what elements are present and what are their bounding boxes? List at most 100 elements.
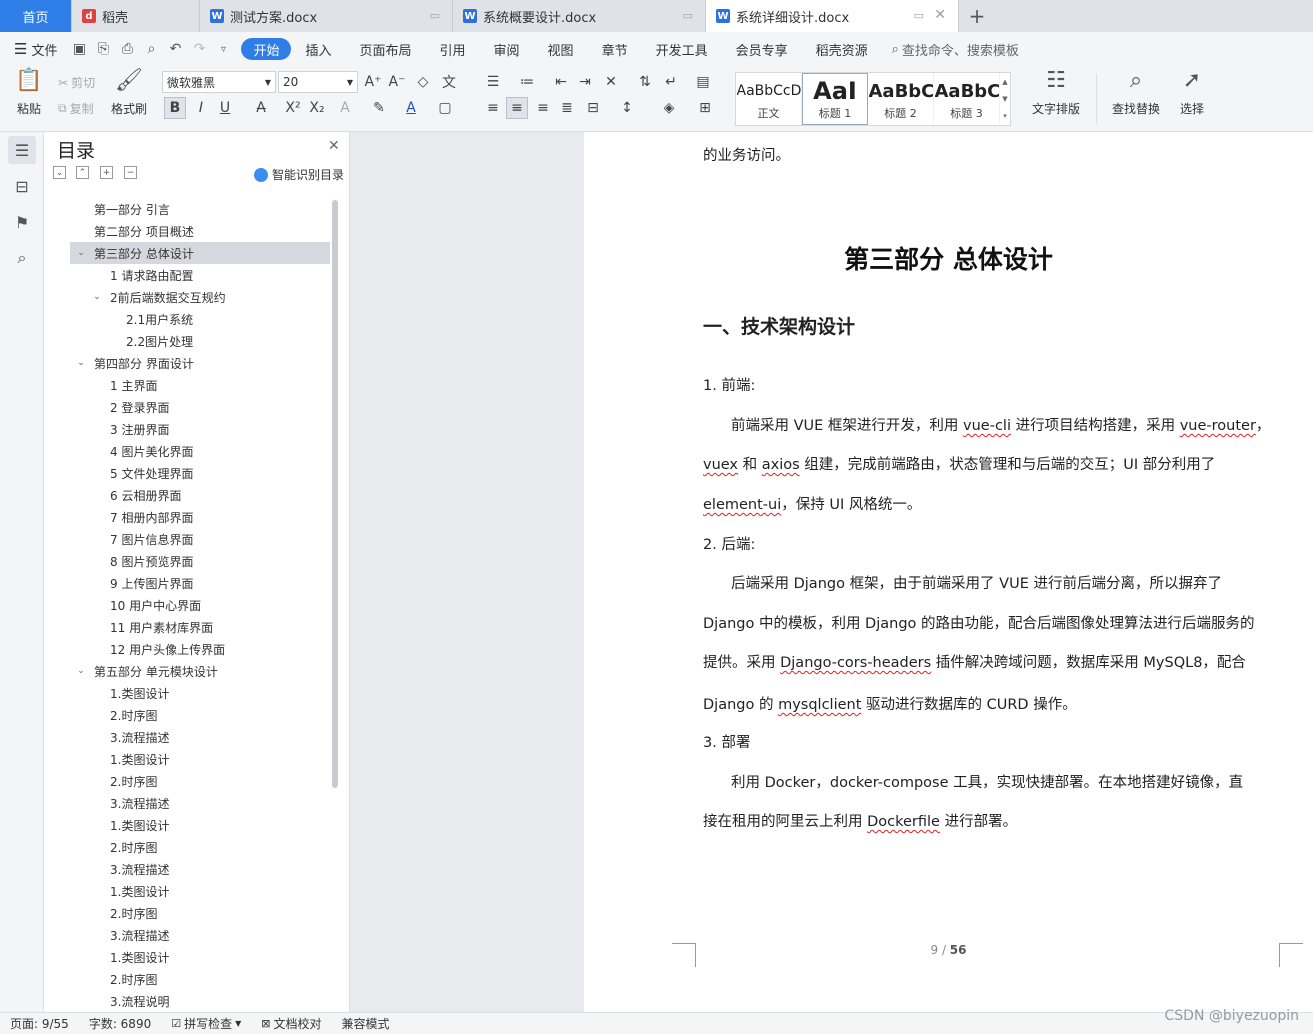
paste-button[interactable]: 📋 粘贴	[12, 70, 46, 117]
toc-item[interactable]: 2.1用户系统	[70, 308, 330, 330]
word-count[interactable]: 字数: 6890	[79, 1015, 161, 1032]
expand-up-icon[interactable]: ⌃	[76, 166, 89, 179]
new-tab-button[interactable]: +	[959, 0, 995, 32]
toc-item[interactable]: ⌄ 第三部分 总体设计	[70, 242, 330, 264]
redo-icon[interactable]: ↷	[187, 41, 211, 57]
strikethrough-button[interactable]: A̶	[250, 97, 272, 119]
font-color-icon[interactable]: A	[400, 97, 422, 119]
chevron-down-icon[interactable]: ⌄	[74, 666, 88, 676]
shading-icon[interactable]: ◈	[658, 97, 680, 119]
menu-item-view[interactable]: 视图	[534, 38, 588, 60]
toc-item[interactable]: 3.流程描述	[70, 858, 330, 880]
toc-item[interactable]: 4 图片美化界面	[70, 440, 330, 462]
clear-format-icon[interactable]: ◇	[412, 71, 434, 93]
tab-home[interactable]: 首页	[0, 0, 72, 32]
char-border-icon[interactable]: ▢	[434, 97, 456, 119]
style-heading-3[interactable]: AaBbC 标题 3	[934, 73, 1000, 125]
shrink-font-icon[interactable]: A⁻	[386, 71, 408, 93]
chevron-down-icon[interactable]: ⌄	[74, 358, 88, 368]
cut-button[interactable]: ✂ 剪切	[58, 74, 95, 91]
style-gallery-scroll[interactable]: ▲ ▼ ▾	[1000, 73, 1010, 125]
menu-item-start[interactable]: 开始	[241, 38, 292, 60]
chevron-down-icon[interactable]: ⌄	[74, 248, 88, 258]
style-normal[interactable]: AaBbCcDd 正文	[736, 73, 802, 125]
toc-item[interactable]: 2.时序图	[70, 902, 330, 924]
style-heading-1[interactable]: AaI 标题 1	[802, 73, 868, 125]
distribute-icon[interactable]: ⊟	[582, 97, 604, 119]
copy-button[interactable]: ⧉ 复制	[58, 100, 94, 117]
align-left-icon[interactable]: ≡	[482, 97, 504, 119]
spell-check-button[interactable]: ☑ 拼写检查 ▼	[161, 1015, 251, 1032]
bullet-list-icon[interactable]: ☰	[482, 71, 504, 93]
toc-item[interactable]: 3.流程描述	[70, 792, 330, 814]
toc-item[interactable]: ⌄ 第五部分 单元模块设计	[70, 660, 330, 682]
chevron-down-icon[interactable]: ⌄	[90, 292, 104, 302]
align-right-icon[interactable]: ≡	[532, 97, 554, 119]
subscript-button[interactable]: X₂	[306, 97, 328, 119]
ruler-icon[interactable]: ▤	[692, 71, 714, 93]
toc-item[interactable]: 1.类图设计	[70, 748, 330, 770]
preview-icon[interactable]: ⌕	[139, 41, 163, 57]
borders-icon[interactable]: ⊞	[694, 97, 716, 119]
sort-icon[interactable]: ⇅	[634, 71, 656, 93]
toc-panel-icon[interactable]: ☰	[8, 136, 36, 164]
tab-detail-design[interactable]: W 系统详细设计.docx ▭ ✕	[706, 0, 959, 32]
font-name-select[interactable]: 微软雅黑 ▼	[162, 71, 276, 93]
toc-item[interactable]: 2.2图片处理	[70, 330, 330, 352]
toc-item[interactable]: 6 云相册界面	[70, 484, 330, 506]
monitor-icon[interactable]: ▭	[914, 9, 924, 22]
close-icon[interactable]: ✕	[328, 138, 340, 154]
toc-item[interactable]: 3 注册界面	[70, 418, 330, 440]
text-effect-icon[interactable]: A	[334, 97, 356, 119]
outdent-icon[interactable]: ⇤	[550, 71, 572, 93]
proofread-button[interactable]: ⊠ 文档校对	[251, 1015, 331, 1032]
monitor-icon[interactable]: ▭	[430, 9, 440, 22]
export-icon[interactable]: ⎘	[91, 41, 115, 57]
menu-item-layout[interactable]: 页面布局	[346, 38, 426, 60]
text-layout-button[interactable]: ☷ 文字排版	[1026, 70, 1086, 117]
page-indicator[interactable]: 页面: 9/55	[0, 1015, 79, 1032]
toc-item[interactable]: 第二部分 项目概述	[70, 220, 330, 242]
align-center-icon[interactable]: ≡	[506, 97, 528, 119]
print-icon[interactable]: ⎙	[115, 41, 139, 57]
toc-item[interactable]: 7 图片信息界面	[70, 528, 330, 550]
toc-item[interactable]: 2.时序图	[70, 770, 330, 792]
toc-item[interactable]: 12 用户头像上传界面	[70, 638, 330, 660]
toc-item[interactable]: 10 用户中心界面	[70, 594, 330, 616]
font-size-select[interactable]: 20 ▼	[278, 71, 358, 93]
indent-icon[interactable]: ⇥	[574, 71, 596, 93]
menu-item-insert[interactable]: 插入	[291, 38, 345, 60]
menu-item-reference[interactable]: 引用	[426, 38, 480, 60]
toc-item[interactable]: 1.类图设计	[70, 946, 330, 968]
underline-button[interactable]: U	[214, 97, 236, 119]
toc-item[interactable]: 9 上传图片界面	[70, 572, 330, 594]
toc-item[interactable]: 3.流程描述	[70, 924, 330, 946]
plus-icon[interactable]: +	[100, 166, 113, 179]
toc-item[interactable]: 2.时序图	[70, 836, 330, 858]
toc-item[interactable]: 1.类图设计	[70, 814, 330, 836]
numbered-list-icon[interactable]: ≔	[516, 71, 538, 93]
minus-icon[interactable]: −	[124, 166, 137, 179]
grow-font-icon[interactable]: A⁺	[362, 71, 384, 93]
menu-item-docer-resources[interactable]: 稻壳资源	[802, 38, 882, 60]
toc-item[interactable]: 2 登录界面	[70, 396, 330, 418]
format-painter-button[interactable]: 🖌 格式刷	[110, 70, 148, 117]
toc-item[interactable]: 2.时序图	[70, 968, 330, 990]
toc-item[interactable]: 3.流程说明	[70, 990, 330, 1012]
file-menu[interactable]: ☰ 文件	[0, 40, 67, 59]
select-button[interactable]: ➚ 选择	[1174, 70, 1210, 117]
toc-item[interactable]: 1 请求路由配置	[70, 264, 330, 286]
toc-item[interactable]: 1.类图设计	[70, 682, 330, 704]
search-icon[interactable]: ⌕	[8, 244, 36, 272]
find-replace-button[interactable]: ⌕ 查找替换	[1106, 70, 1166, 117]
command-search[interactable]: ⌕ 查找命令、搜索模板	[882, 40, 1019, 59]
toc-item[interactable]: 11 用户素材库界面	[70, 616, 330, 638]
justify-icon[interactable]: ≣	[556, 97, 578, 119]
toc-item[interactable]: ⌄ 2前后端数据交互规约	[70, 286, 330, 308]
bold-button[interactable]: B	[164, 97, 186, 119]
toc-item[interactable]: 2.时序图	[70, 704, 330, 726]
menu-item-review[interactable]: 审阅	[480, 38, 534, 60]
tab-docer[interactable]: d 稻壳	[72, 0, 200, 32]
tab-summary-design[interactable]: W 系统概要设计.docx ▭	[453, 0, 706, 32]
menu-item-member[interactable]: 会员专享	[722, 38, 802, 60]
